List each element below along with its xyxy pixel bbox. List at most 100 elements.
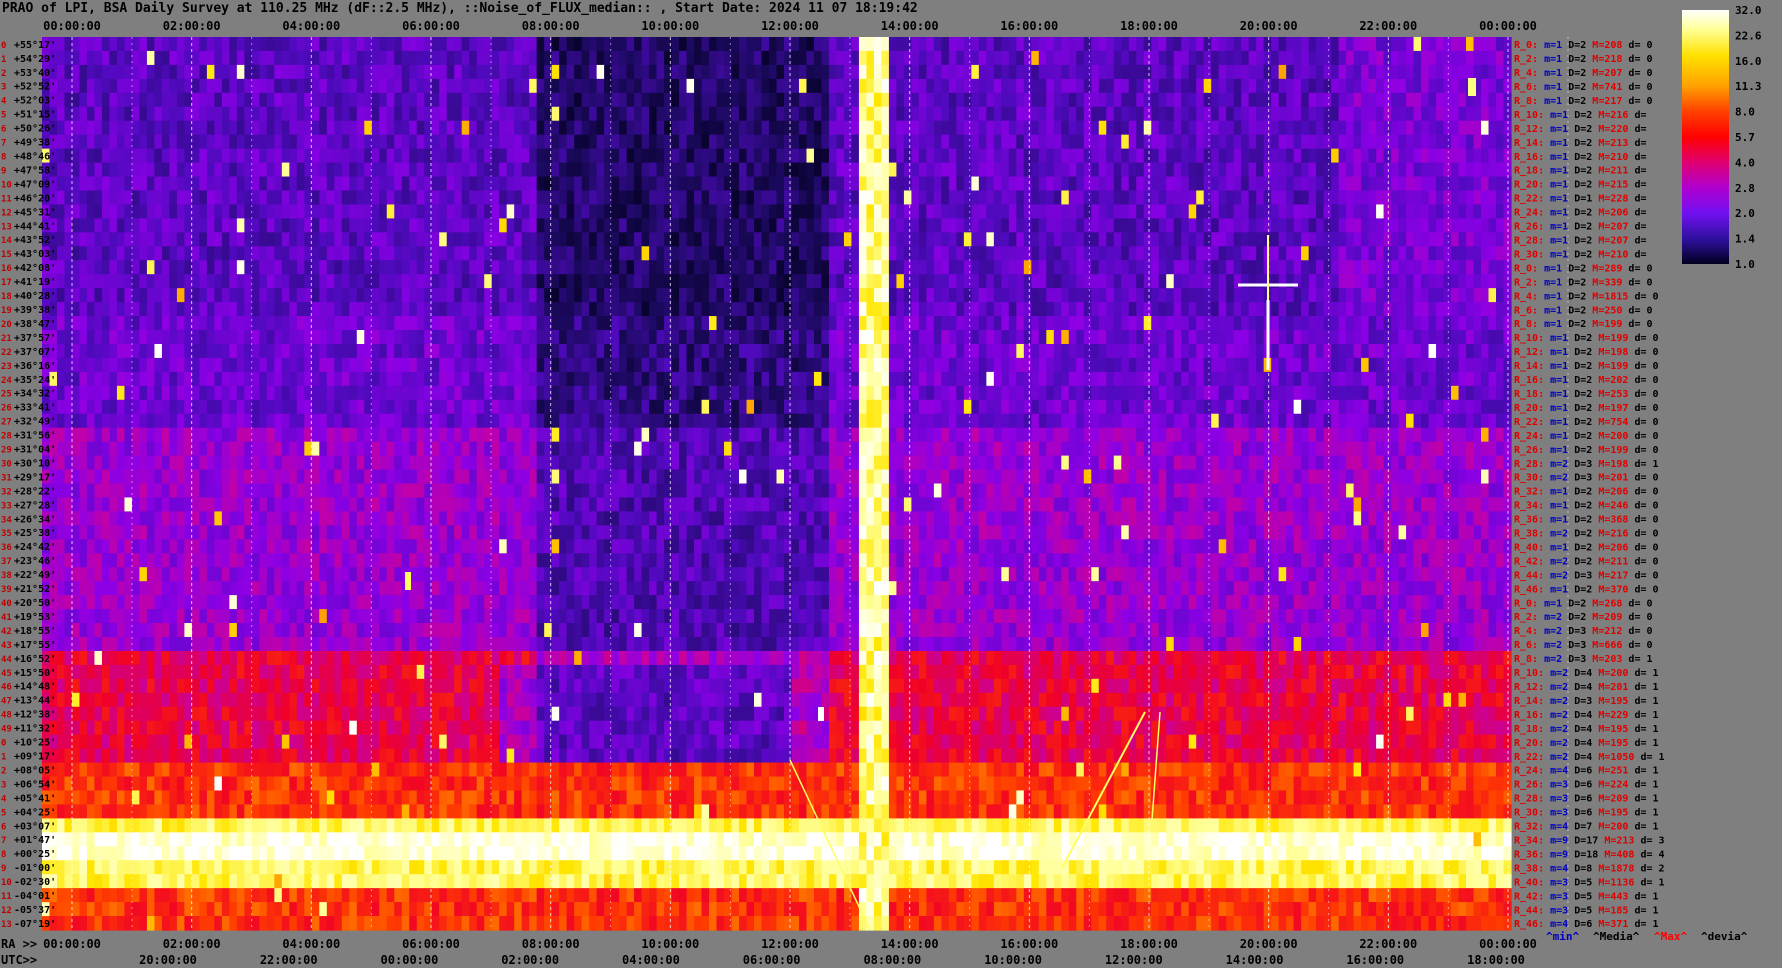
heatmap-cell bbox=[206, 218, 215, 233]
heatmap-cell bbox=[1136, 134, 1145, 150]
heatmap-cell bbox=[1256, 218, 1265, 233]
heatmap-cell bbox=[1496, 274, 1505, 289]
heatmap-cell bbox=[499, 274, 508, 289]
heatmap-cell bbox=[296, 190, 305, 206]
heatmap-cell bbox=[236, 92, 245, 108]
heatmap-cell bbox=[1413, 330, 1422, 345]
heatmap-cell bbox=[1301, 330, 1310, 345]
heatmap-cell bbox=[1076, 288, 1085, 303]
heatmap-cell bbox=[679, 204, 688, 219]
heatmap-cell bbox=[1376, 134, 1385, 150]
heatmap-cell bbox=[514, 371, 523, 387]
heatmap-cell bbox=[1031, 37, 1040, 52]
heatmap-cell bbox=[1316, 218, 1325, 233]
heatmap-cell bbox=[1428, 64, 1437, 80]
heatmap-cell bbox=[124, 176, 133, 192]
heatmap-cell bbox=[1046, 302, 1055, 317]
heatmap-cell bbox=[551, 37, 560, 52]
heatmap-cell bbox=[1263, 106, 1272, 122]
heatmap-cell bbox=[176, 232, 185, 247]
heatmap-cell bbox=[71, 37, 81, 52]
heatmap-cell bbox=[289, 37, 298, 52]
heatmap-cell bbox=[1488, 78, 1497, 94]
heatmap-cell bbox=[1481, 274, 1490, 289]
heatmap-cell bbox=[1031, 78, 1040, 94]
heatmap-cell bbox=[843, 64, 853, 80]
heatmap-cell bbox=[664, 148, 673, 164]
heatmap-cell bbox=[1443, 357, 1452, 373]
heatmap-cell bbox=[769, 148, 778, 164]
heatmap-cell bbox=[199, 218, 208, 233]
heatmap-cell bbox=[971, 232, 980, 247]
heatmap-cell bbox=[1331, 343, 1340, 359]
heatmap-cell bbox=[1136, 106, 1145, 122]
heatmap-cell bbox=[694, 330, 703, 345]
heatmap-cell bbox=[394, 64, 403, 80]
heatmap-cell bbox=[1331, 37, 1340, 52]
heatmap-cell bbox=[259, 50, 268, 66]
heatmap-cell bbox=[1443, 78, 1452, 94]
heatmap-cell bbox=[1323, 218, 1332, 233]
heatmap-cell bbox=[769, 64, 778, 80]
heatmap-cell bbox=[574, 288, 583, 303]
heatmap-cell bbox=[836, 246, 845, 261]
heatmap-cell bbox=[1391, 204, 1400, 219]
heatmap-cell bbox=[379, 343, 388, 359]
heatmap-cell bbox=[529, 316, 538, 331]
heatmap-cell bbox=[978, 50, 987, 66]
heatmap-cell bbox=[101, 204, 111, 219]
heatmap-cell bbox=[529, 148, 538, 164]
heatmap-cell bbox=[446, 106, 455, 122]
heatmap-cell bbox=[1278, 78, 1287, 94]
heatmap-cell bbox=[1248, 190, 1257, 206]
heatmap-cell bbox=[1398, 190, 1407, 206]
heatmap-cell bbox=[746, 162, 755, 178]
heatmap-cell bbox=[161, 92, 171, 108]
heatmap-cell bbox=[1436, 330, 1445, 345]
heatmap-cell bbox=[1121, 371, 1130, 387]
heatmap-cell bbox=[798, 37, 808, 52]
heatmap-cell bbox=[334, 246, 343, 261]
heatmap-cell bbox=[394, 288, 403, 303]
heatmap-cell bbox=[754, 78, 763, 94]
heatmap-cell bbox=[401, 106, 410, 122]
heatmap-cell bbox=[971, 162, 980, 178]
heatmap-cell bbox=[491, 357, 500, 373]
heatmap-cell bbox=[116, 134, 126, 150]
heatmap-cell bbox=[641, 274, 650, 289]
heatmap-cell bbox=[611, 371, 620, 387]
heatmap-cell bbox=[176, 357, 185, 373]
heatmap-cell bbox=[349, 316, 358, 331]
heatmap-cell bbox=[701, 176, 710, 192]
heatmap-cell bbox=[86, 92, 96, 108]
heatmap-cell bbox=[386, 316, 395, 331]
heatmap-cell bbox=[933, 204, 942, 219]
heatmap-cell bbox=[694, 246, 703, 261]
heatmap-cell bbox=[116, 148, 126, 164]
heatmap-cell bbox=[229, 343, 238, 359]
heatmap-cell bbox=[304, 274, 313, 289]
heatmap-cell bbox=[611, 78, 620, 94]
heatmap-cell bbox=[731, 330, 740, 345]
heatmap-cell bbox=[341, 218, 350, 233]
heatmap-cell bbox=[566, 50, 575, 66]
heatmap-cell bbox=[686, 204, 695, 219]
heatmap-cell bbox=[828, 78, 838, 94]
heatmap-cell bbox=[866, 134, 875, 150]
heatmap-cell bbox=[281, 176, 290, 192]
heatmap-cell bbox=[948, 148, 957, 164]
heatmap-cell bbox=[1038, 218, 1047, 233]
heatmap-cell bbox=[131, 302, 141, 317]
heatmap-cell bbox=[1488, 106, 1497, 122]
heatmap-cell bbox=[1331, 316, 1340, 331]
heatmap-cell bbox=[963, 78, 972, 94]
heatmap-cell bbox=[1143, 288, 1152, 303]
heatmap-cell bbox=[888, 134, 898, 150]
heatmap-cell bbox=[139, 218, 148, 233]
heatmap-cell bbox=[521, 204, 530, 219]
heatmap-cell bbox=[888, 246, 898, 261]
heatmap-cell bbox=[1151, 330, 1160, 345]
heatmap-cell bbox=[1308, 78, 1317, 94]
heatmap-cell bbox=[1458, 92, 1467, 108]
heatmap-cell bbox=[1398, 64, 1407, 80]
